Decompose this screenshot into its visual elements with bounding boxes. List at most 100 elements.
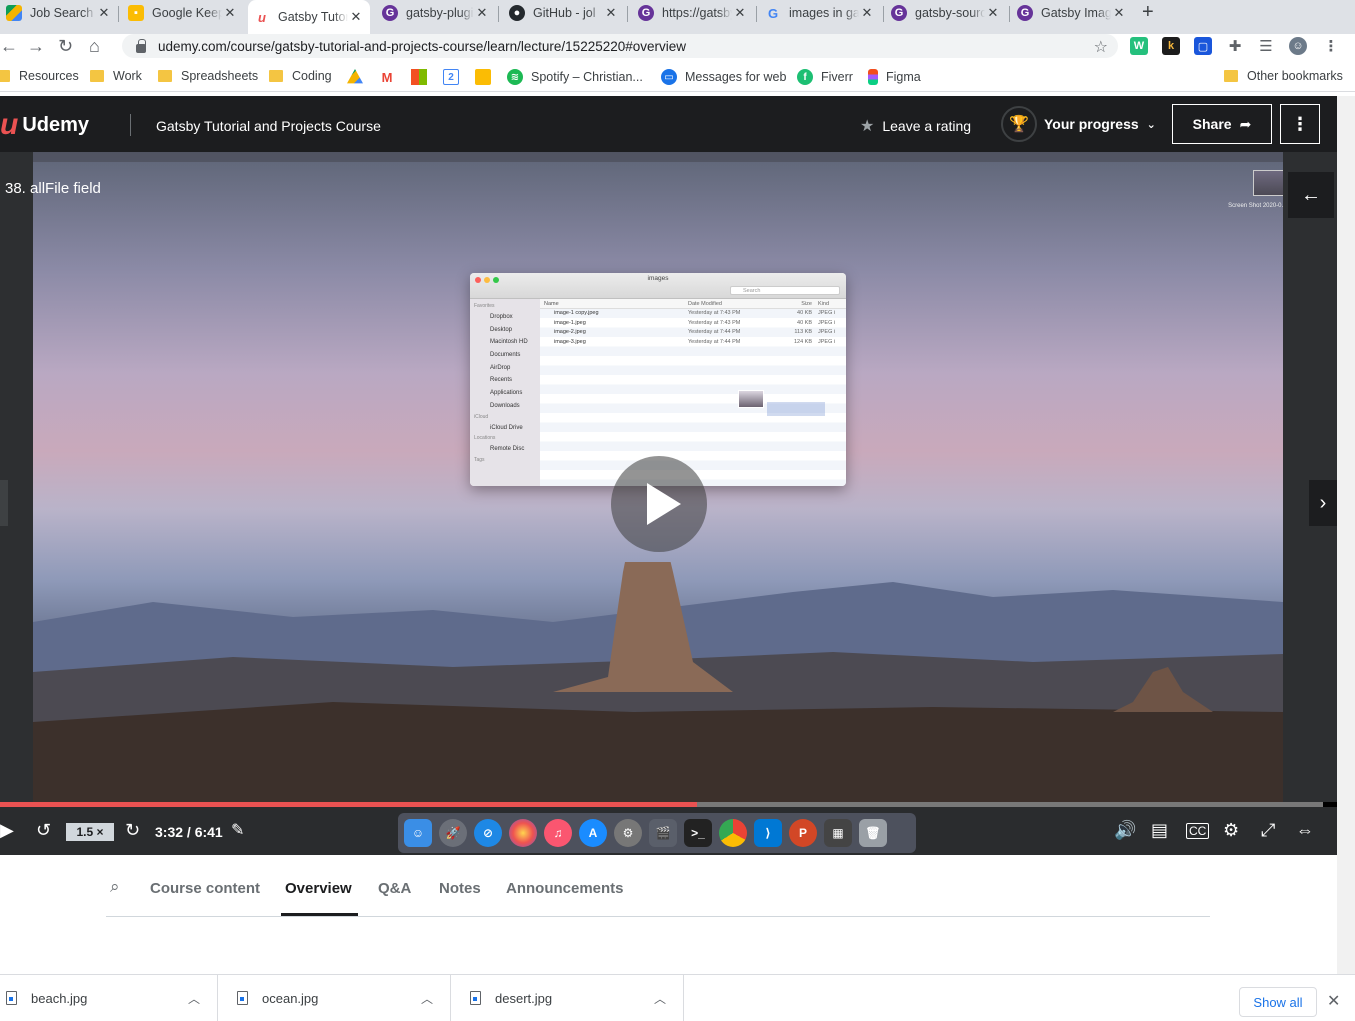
close-icon[interactable]: ✕ xyxy=(732,5,748,21)
bookmark-figma[interactable]: Figma xyxy=(868,69,921,85)
browser-tab-active[interactable]: u Gatsby Tutorial ✕ xyxy=(248,0,370,34)
browser-tab[interactable]: G images in gatsby ✕ xyxy=(759,0,881,26)
trophy-icon[interactable]: 🏆 xyxy=(1001,106,1037,142)
player-right-gutter xyxy=(1283,152,1337,802)
address-bar[interactable]: udemy.com/course/gatsby-tutorial-and-pro… xyxy=(122,34,1118,58)
download-item[interactable]: beach.jpg ︿ xyxy=(0,975,218,1021)
bookmark-office[interactable] xyxy=(411,69,435,85)
browser-tab[interactable]: G gatsby-plugin ✕ xyxy=(376,0,496,26)
collapse-sidebar-arrow-icon[interactable]: ← xyxy=(1288,172,1334,218)
browser-tab[interactable]: Job Search ✕ xyxy=(0,0,118,26)
extensions-puzzle-icon[interactable]: ✚ xyxy=(1226,37,1244,55)
previous-lecture-button[interactable] xyxy=(0,480,8,526)
bookmark-google-drive[interactable] xyxy=(347,69,371,85)
transcript-icon[interactable]: ▤ xyxy=(1151,820,1168,841)
close-icon[interactable]: ✕ xyxy=(96,5,112,21)
home-icon[interactable]: ⌂ xyxy=(89,36,100,57)
play-icon[interactable]: ▶ xyxy=(0,820,14,841)
tab-notes[interactable]: Notes xyxy=(439,880,481,897)
chrome-menu-icon[interactable]: ⋮ xyxy=(1322,37,1340,55)
app-store-icon: A xyxy=(579,819,607,847)
bookmark-label: Coding xyxy=(292,69,332,83)
close-icon[interactable]: ✕ xyxy=(1111,5,1127,21)
more-options-button[interactable]: ⋮ xyxy=(1280,104,1320,144)
page-scrollbar[interactable] xyxy=(1337,96,1355,974)
bookmark-star-icon[interactable]: ☆ xyxy=(1094,37,1108,57)
your-progress-button[interactable]: Your progress ⌄ xyxy=(1044,116,1156,132)
forward-arrow-icon[interactable]: → xyxy=(27,36,45,57)
messages-icon: ▭ xyxy=(661,69,677,85)
bookmark-calendar[interactable]: 2 xyxy=(443,69,467,85)
close-icon[interactable]: ✕ xyxy=(348,9,364,25)
bookmark-spotify[interactable]: ≋ Spotify – Christian... xyxy=(507,69,643,85)
finder-title: images xyxy=(647,275,669,282)
browser-tab[interactable]: G Gatsby Images ✕ xyxy=(1011,0,1133,26)
course-title[interactable]: Gatsby Tutorial and Projects Course xyxy=(156,118,381,134)
close-icon[interactable]: ✕ xyxy=(603,5,619,21)
tab-course-content[interactable]: Course content xyxy=(150,880,260,897)
next-lecture-chevron-icon[interactable]: › xyxy=(1309,480,1337,526)
udemy-logo[interactable]: u Udemy xyxy=(0,108,89,142)
chevron-up-icon[interactable]: ︿ xyxy=(421,990,433,1007)
calendar-icon: 2 xyxy=(443,69,459,85)
finder-app-icon: ☺ xyxy=(404,819,432,847)
bookmark-gmail[interactable]: M xyxy=(379,69,403,85)
bookmark-keep[interactable] xyxy=(475,69,499,85)
close-icon[interactable]: ✕ xyxy=(985,5,1001,21)
column-kind: Kind xyxy=(818,301,830,307)
search-icon[interactable]: ⌕ xyxy=(110,877,120,897)
folder-icon xyxy=(90,70,104,82)
add-note-icon[interactable]: ✎ xyxy=(231,820,244,840)
browser-tab[interactable]: G https://gatsby ✕ xyxy=(632,0,754,26)
new-tab-plus-icon[interactable]: + xyxy=(1142,1,1154,24)
reload-icon[interactable]: ↻ xyxy=(58,36,73,57)
other-bookmarks-folder[interactable]: Other bookmarks xyxy=(1224,69,1343,83)
tab-overview[interactable]: Overview xyxy=(285,880,352,897)
settings-gear-icon[interactable]: ⚙ xyxy=(1223,820,1239,841)
extension-icon[interactable]: W xyxy=(1130,37,1148,55)
profile-avatar[interactable]: ☺ xyxy=(1289,37,1307,55)
browser-tab[interactable]: ● GitHub - jol ✕ xyxy=(503,0,625,26)
extension-icon[interactable]: k xyxy=(1162,37,1180,55)
show-all-downloads-button[interactable]: Show all xyxy=(1239,987,1317,1017)
tab-qa[interactable]: Q&A xyxy=(378,880,411,897)
rewind-icon[interactable]: ↺ xyxy=(36,820,51,841)
browser-tab[interactable]: ▪ Google Keep ✕ xyxy=(122,0,244,26)
reading-list-icon[interactable]: ☰ xyxy=(1257,37,1275,55)
forward-icon[interactable]: ↻ xyxy=(125,820,140,841)
bookmark-folder[interactable]: Coding xyxy=(269,69,332,83)
download-item[interactable]: ocean.jpg ︿ xyxy=(218,975,451,1021)
tab-announcements[interactable]: Announcements xyxy=(506,880,624,897)
download-item[interactable]: desert.jpg ︿ xyxy=(451,975,684,1021)
share-label: Share xyxy=(1192,116,1232,132)
star-icon: ★ xyxy=(860,118,875,135)
captions-icon[interactable]: CC xyxy=(1186,823,1210,839)
bookmark-fiverr[interactable]: f Fiverr xyxy=(797,69,853,85)
column-size: Size xyxy=(801,301,812,307)
chevron-up-icon[interactable]: ︿ xyxy=(188,990,200,1007)
close-icon[interactable]: ✕ xyxy=(474,5,490,21)
leave-rating-button[interactable]: ★ Leave a rating xyxy=(860,116,971,136)
playback-speed-button[interactable]: 1.5 × xyxy=(66,823,114,841)
video-frame[interactable]: Screen Shot 2020-0...19.24 AM images Sea… xyxy=(33,152,1283,802)
extension-icon[interactable]: ▢ xyxy=(1194,37,1212,55)
play-overlay-button[interactable] xyxy=(611,456,707,552)
expand-icon[interactable]: ⇔ xyxy=(1296,820,1314,841)
close-icon[interactable]: ✕ xyxy=(222,5,238,21)
back-arrow-icon[interactable]: ← xyxy=(0,36,18,57)
bookmark-label: Messages for web xyxy=(685,70,787,84)
bookmark-folder[interactable]: Resources xyxy=(0,69,79,83)
close-icon[interactable]: ✕ xyxy=(1327,991,1340,1011)
share-button[interactable]: Share ➦ xyxy=(1172,104,1272,144)
bookmark-folder[interactable]: Work xyxy=(90,69,142,83)
video-player[interactable]: Screen Shot 2020-0...19.24 AM images Sea… xyxy=(0,152,1337,855)
browser-tab[interactable]: G gatsby-source ✕ xyxy=(885,0,1007,26)
bookmark-folder[interactable]: Spreadsheets xyxy=(158,69,258,83)
sidebar-item: Desktop xyxy=(490,326,513,333)
fullscreen-icon[interactable]: ⤢ xyxy=(1261,820,1275,841)
bookmark-messages[interactable]: ▭ Messages for web xyxy=(661,69,786,85)
close-icon[interactable]: ✕ xyxy=(859,5,875,21)
chevron-up-icon[interactable]: ︿ xyxy=(654,990,666,1007)
file-icon xyxy=(470,991,481,1005)
volume-icon[interactable]: 🔊 xyxy=(1114,820,1136,841)
